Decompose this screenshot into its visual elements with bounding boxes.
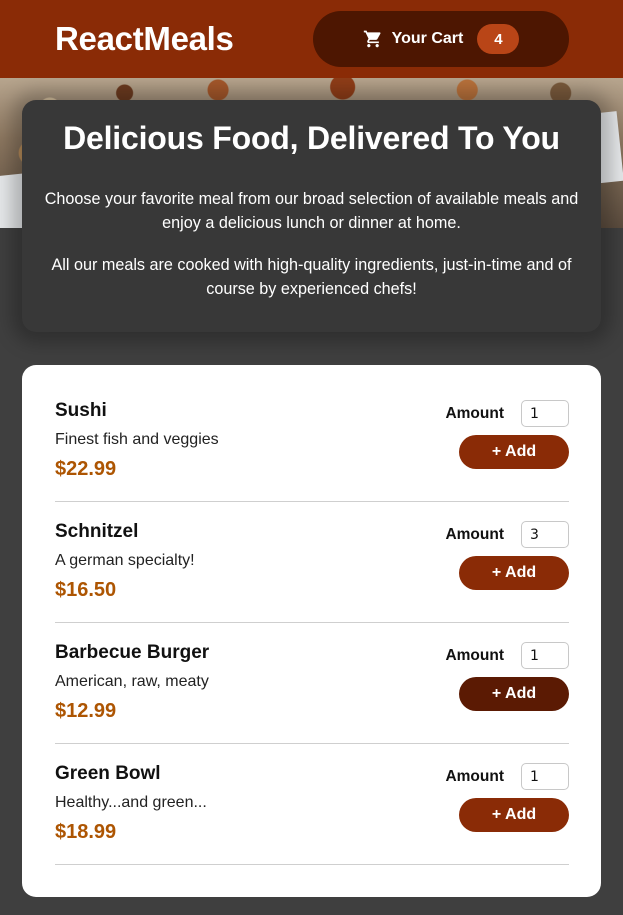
amount-row: Amount [445,763,569,790]
amount-input[interactable] [521,763,569,790]
amount-input[interactable] [521,400,569,427]
meal-price: $22.99 [55,458,117,480]
meal-description: Finest fish and veggies [55,431,219,448]
summary-paragraph-2: All our meals are cooked with high-quali… [51,256,572,298]
amount-label: Amount [445,646,504,664]
meal-name: Schnitzel [55,521,139,542]
add-button[interactable]: + Add [459,435,569,469]
meal-price: $16.50 [55,579,117,601]
meal-form: Amount + Add [441,521,569,622]
meal-info: Sushi Finest fish and veggies $22.99 [55,400,219,501]
summary-card: Delicious Food, Delivered To You Choose … [22,100,601,332]
meal-info: Green Bowl Healthy...and green... $18.99 [55,763,207,864]
amount-label: Amount [445,767,504,785]
amount-row: Amount [445,642,569,669]
add-button[interactable]: + Add [459,677,569,711]
meal-name: Sushi [55,400,107,421]
summary-title: Delicious Food, Delivered To You [63,120,560,156]
shopping-cart-icon [363,29,383,49]
cart-button[interactable]: Your Cart 4 [313,11,569,67]
meal-item-green-bowl: Green Bowl Healthy...and green... $18.99… [55,744,569,865]
add-button[interactable]: + Add [459,798,569,832]
meal-item-barbecue-burger: Barbecue Burger American, raw, meaty $12… [55,623,569,744]
cart-label: Your Cart [391,30,464,47]
meal-description: Healthy...and green... [55,794,207,811]
add-button[interactable]: + Add [459,556,569,590]
amount-label: Amount [445,525,504,543]
meal-info: Barbecue Burger American, raw, meaty $12… [55,642,209,743]
amount-row: Amount [445,400,569,427]
amount-input[interactable] [521,642,569,669]
app-header: ReactMeals Your Cart 4 [0,0,623,78]
amount-input[interactable] [521,521,569,548]
meal-form: Amount + Add [441,400,569,501]
summary-paragraph-1: Choose your favorite meal from our broad… [44,190,579,232]
meal-name: Green Bowl [55,763,161,784]
meals-list-card: Sushi Finest fish and veggies $22.99 Amo… [22,365,601,897]
meal-price: $18.99 [55,821,117,843]
meal-price: $12.99 [55,700,117,722]
cart-count-badge: 4 [477,24,520,54]
meal-name: Barbecue Burger [55,642,210,663]
meal-item-sushi: Sushi Finest fish and veggies $22.99 Amo… [55,381,569,502]
meal-form: Amount + Add [441,763,569,864]
meal-form: Amount + Add [441,642,569,743]
amount-label: Amount [445,404,504,422]
meal-info: Schnitzel A german specialty! $16.50 [55,521,195,622]
meal-description: American, raw, meaty [55,673,209,690]
amount-row: Amount [445,521,569,548]
meal-description: A german specialty! [55,552,195,569]
app-logo: ReactMeals [55,20,234,57]
meal-item-schnitzel: Schnitzel A german specialty! $16.50 Amo… [55,502,569,623]
